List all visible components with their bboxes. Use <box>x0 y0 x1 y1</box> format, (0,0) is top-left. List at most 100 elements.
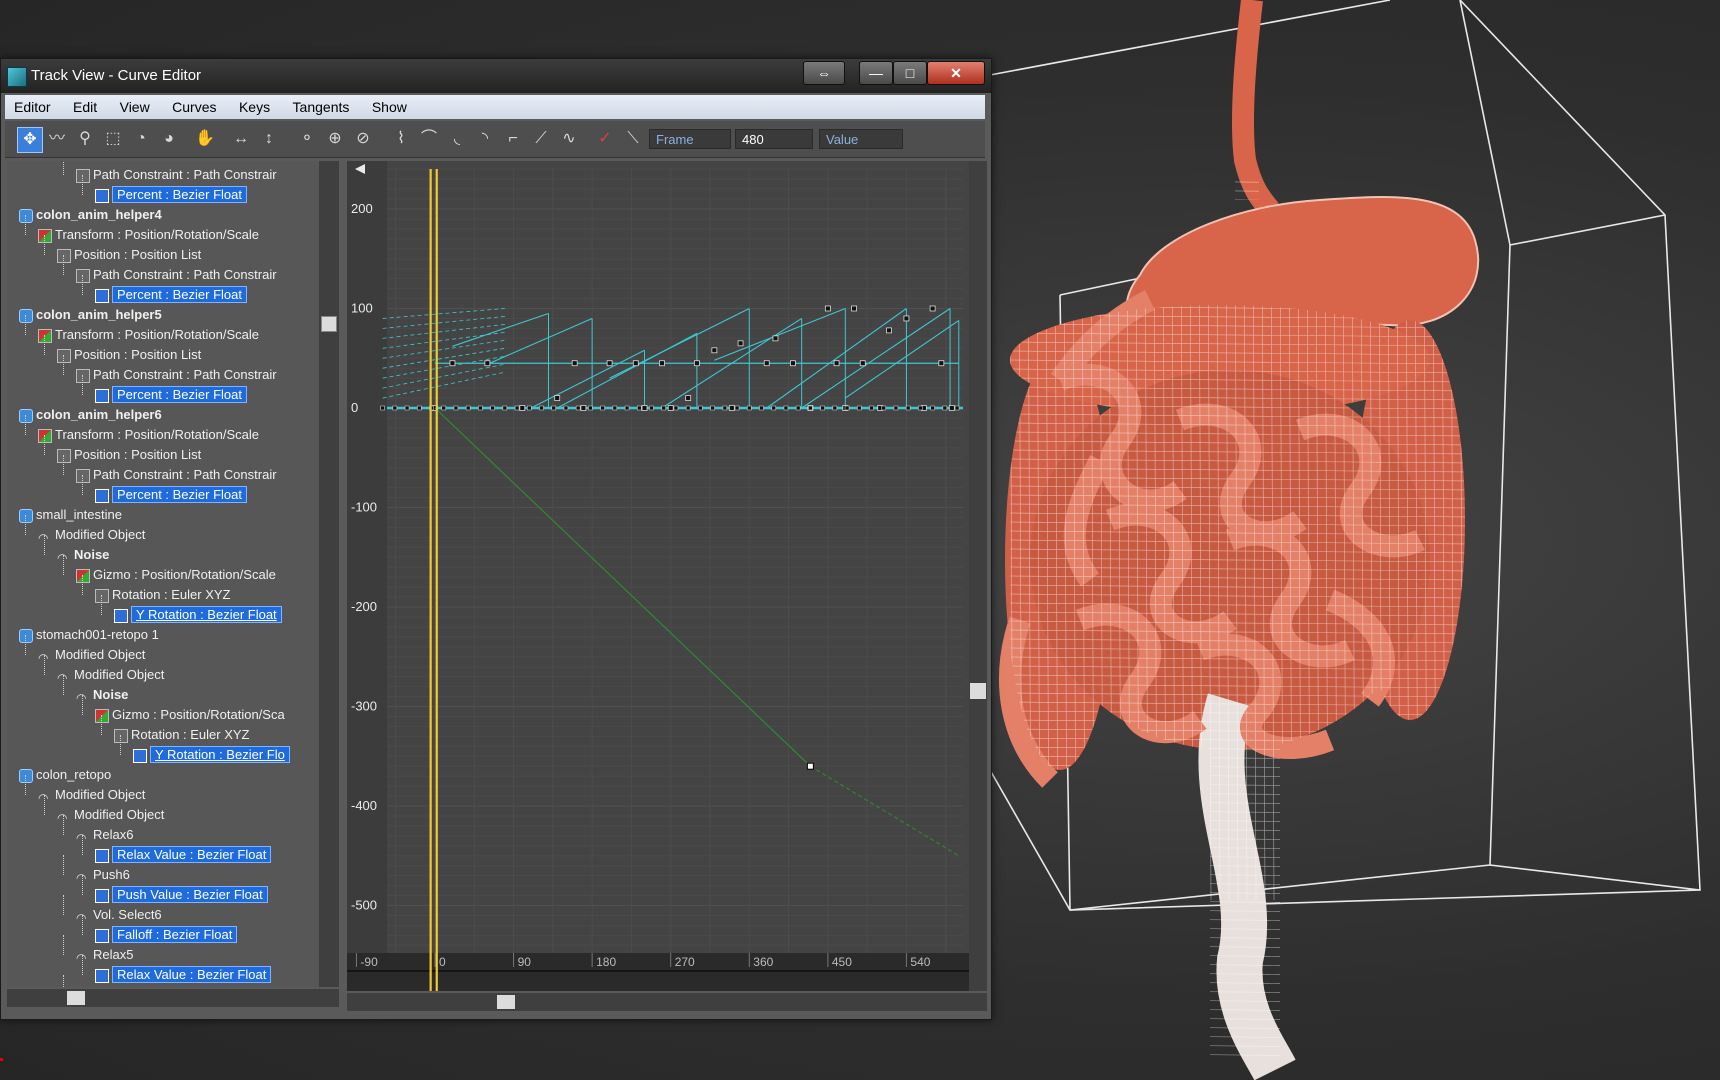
zoom-region-icon[interactable]: ⊕ <box>323 127 347 151</box>
swap-layout-button[interactable]: ⇔ <box>803 61 845 85</box>
tree-item[interactable]: Transform : Position/Rotation/Scale <box>38 225 259 244</box>
frame-value-icon[interactable]: ↕ <box>257 127 281 151</box>
scroll-thumb[interactable] <box>67 991 85 1005</box>
snap-icon[interactable]: ⚬ <box>295 127 319 151</box>
x-tick-label: 180 <box>596 955 616 969</box>
tree-item[interactable]: Position : Position List <box>57 245 201 264</box>
tree-item[interactable]: Path Constraint : Path Constrair <box>76 465 277 484</box>
close-button[interactable]: ✕ <box>927 61 985 85</box>
tree-item[interactable]: Y Rotation : Bezier Flo <box>133 745 290 764</box>
tree-item[interactable]: ◠ Modified Object <box>57 805 164 825</box>
move-keys-icon[interactable]: ✥ <box>17 127 43 153</box>
scroll-thumb[interactable] <box>497 995 515 1009</box>
key-point <box>580 405 587 411</box>
tree-item[interactable]: ◠Push5 <box>76 985 130 987</box>
tree-item[interactable]: ◠ Vol. Select6 <box>76 905 162 925</box>
tree-horizontal-scrollbar[interactable] <box>7 989 339 1007</box>
tree-item[interactable]: Push Value : Bezier Float <box>95 885 268 904</box>
tree-item[interactable]: Transform : Position/Rotation/Scale <box>38 325 259 344</box>
tree-item[interactable]: colon_retopo <box>19 765 111 784</box>
frame-horizontal-icon[interactable]: ↔ <box>229 127 253 151</box>
tangent-step-icon[interactable]: ⌐ <box>501 127 525 151</box>
tree-item[interactable]: Percent : Bezier Float <box>95 285 247 304</box>
tree-item-label: small_intestine <box>36 507 122 522</box>
menu-view[interactable]: View <box>111 95 159 119</box>
list-controller-icon <box>57 348 71 363</box>
tree-item[interactable]: Gizmo : Position/Rotation/Scale <box>76 565 276 584</box>
region-icon[interactable]: ⬚ <box>101 127 125 151</box>
menu-edit[interactable]: Edit <box>64 95 106 119</box>
add-keys-icon[interactable]: ⚲ <box>73 127 97 151</box>
controller-tree[interactable]: Path Constraint : Path Constrair Percent … <box>7 161 319 987</box>
maximize-button[interactable]: □ <box>893 61 927 85</box>
value-field[interactable]: Value <box>819 129 903 149</box>
tree-item[interactable]: Percent : Bezier Float <box>95 185 247 204</box>
tree-item[interactable]: ◠ Modified Object <box>38 645 146 665</box>
tree-item[interactable]: Path Constraint : Path Constrair <box>76 265 277 284</box>
tree-item[interactable]: ◠ Noise <box>76 685 128 705</box>
tree-item[interactable]: ◠ Noise <box>57 545 109 565</box>
key-point <box>554 395 561 401</box>
tree-item[interactable]: Percent : Bezier Float <box>95 485 247 504</box>
tree-vertical-scrollbar[interactable] <box>319 161 339 987</box>
menu-editor[interactable]: Editor <box>5 95 60 119</box>
tree-item[interactable]: Y Rotation : Bezier Float <box>114 605 282 624</box>
scroll-thumb[interactable] <box>321 316 337 332</box>
pan-icon[interactable]: ✋ <box>193 127 217 151</box>
menu-show[interactable]: Show <box>363 95 416 119</box>
tree-item-label: Modified Object <box>55 647 146 662</box>
tree-item[interactable]: ◠ Modified Object <box>57 665 164 685</box>
curve-graph-canvas[interactable]: 200 100 0 -100 -200 -300 -400 -500 -90 0 90 180 270 3… <box>347 161 969 991</box>
tree-item[interactable]: ◠ Relax6 <box>76 825 133 845</box>
key-point <box>759 405 764 411</box>
menu-tangents[interactable]: Tangents <box>284 95 359 119</box>
tangent-slow-icon[interactable]: ◝ <box>473 127 497 151</box>
y-tick-label: -100 <box>351 500 377 515</box>
graph-horizontal-scrollbar[interactable] <box>347 993 987 1011</box>
tree-item[interactable]: small_intestine <box>19 505 122 524</box>
tree-connector <box>63 161 64 175</box>
tree-item[interactable]: colon_anim_helper6 <box>19 405 162 424</box>
tangent-fast-icon[interactable]: ◟ <box>445 127 469 151</box>
retime-icon[interactable]: ◔ <box>129 127 153 151</box>
tree-item[interactable]: colon_anim_helper4 <box>19 205 162 224</box>
draw-curves-icon[interactable]: 〰 <box>45 127 69 151</box>
modifier-icon: ◠ <box>76 830 87 845</box>
tree-item[interactable]: Transform : Position/Rotation/Scale <box>38 425 259 444</box>
tree-item[interactable]: Falloff : Bezier Float <box>95 925 238 944</box>
tangent-custom-icon[interactable]: ⌒ <box>417 127 441 151</box>
tree-item[interactable]: Position : Position List <box>57 345 201 364</box>
tree-item[interactable]: Rotation : Euler XYZ <box>95 585 231 604</box>
tree-item[interactable]: ◠ Modified Object <box>38 785 145 805</box>
tree-item[interactable]: Path Constraint : Path Constrair <box>76 165 277 184</box>
tree-item[interactable]: Percent : Bezier Float <box>95 385 247 404</box>
tree-item[interactable]: ◠ Push6 <box>76 865 130 885</box>
tree-item[interactable]: colon_anim_helper5 <box>19 305 162 324</box>
filter-icon[interactable]: ✓ <box>593 127 617 151</box>
title-bar[interactable]: Track View - Curve Editor ⇔ — □ ✕ <box>1 59 991 93</box>
tree-connector <box>120 735 121 755</box>
curve-graph[interactable]: 200 100 0 -100 -200 -300 -400 -500 -90 0 90 180 270 3… <box>347 161 969 991</box>
tangent-linear-icon[interactable]: ⟋ <box>529 127 553 151</box>
tree-item[interactable]: Gizmo : Position/Rotation/Sca <box>95 705 285 724</box>
graph-vertical-scrollbar[interactable] <box>969 161 987 991</box>
menu-curves[interactable]: Curves <box>163 95 225 119</box>
frame-field[interactable]: 480 <box>735 129 813 149</box>
tangent-auto-icon[interactable]: ⌇ <box>389 127 413 151</box>
minimize-button[interactable]: — <box>859 61 893 85</box>
tree-item[interactable]: Position : Position List <box>57 445 201 464</box>
tree-item[interactable]: Relax Value : Bezier Float <box>95 965 272 984</box>
zoom-values-icon[interactable]: ⊘ <box>351 127 375 151</box>
scroll-thumb[interactable] <box>970 683 986 699</box>
tree-item[interactable]: stomach001-retopo 1 <box>19 625 159 644</box>
tree-item[interactable]: ◠ Modified Object <box>38 525 145 545</box>
tree-item[interactable]: Path Constraint : Path Constrair <box>76 365 277 384</box>
retime-all-icon[interactable]: ◕ <box>157 127 181 151</box>
tree-item[interactable]: Relax Value : Bezier Float <box>95 845 272 864</box>
tree-item[interactable]: Rotation : Euler XYZ <box>114 725 250 744</box>
tree-item[interactable]: ◠ Relax5 <box>76 945 133 965</box>
tangent-smooth-icon[interactable]: ∿ <box>557 127 581 151</box>
tree-item-label: Y Rotation : Bezier Float <box>131 606 282 623</box>
show-tangents-icon[interactable]: ⟍ <box>621 127 645 151</box>
menu-keys[interactable]: Keys <box>230 95 279 119</box>
